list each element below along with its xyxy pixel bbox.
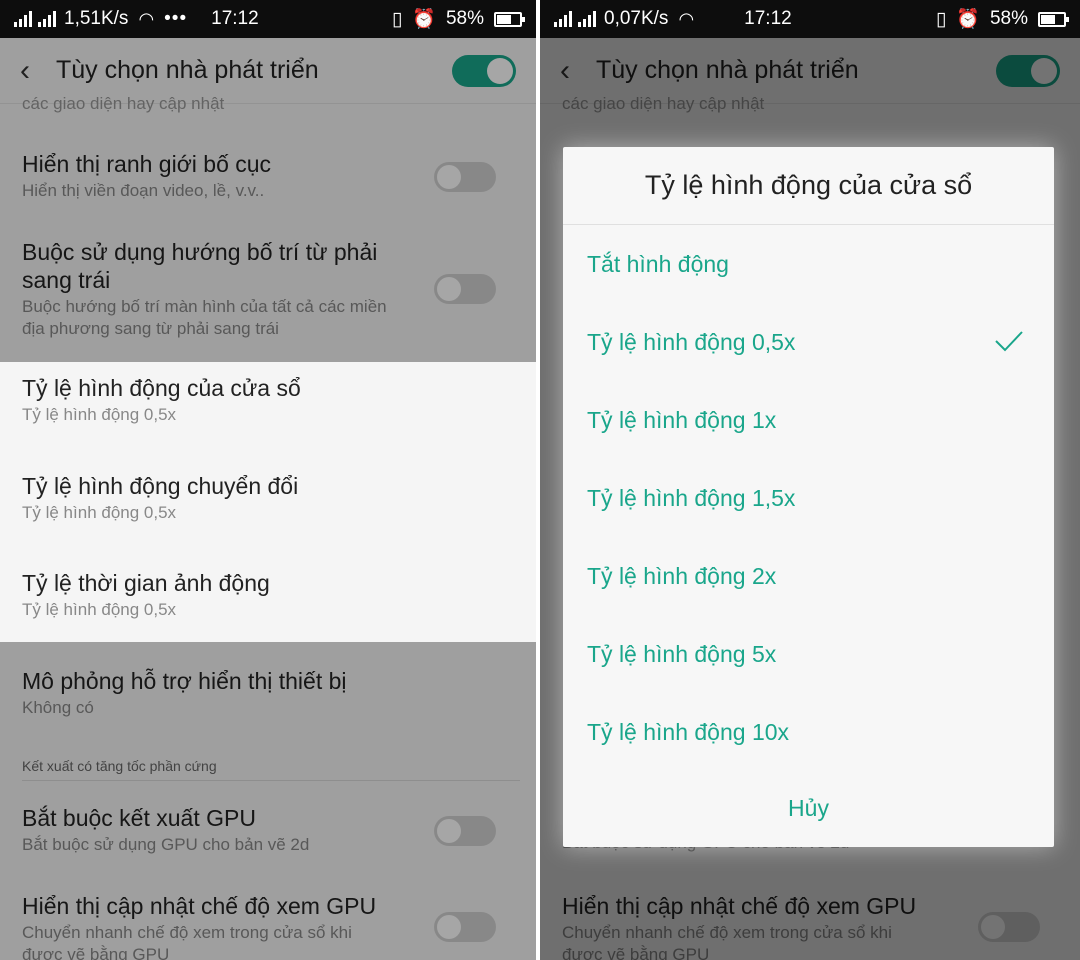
vibrate-icon: ▯ [391, 8, 403, 30]
signal-icon-2 [38, 11, 56, 27]
option-label: Tắt hình động [587, 250, 729, 277]
battery-icon [494, 11, 525, 27]
animator-duration-scale-row[interactable]: Tỷ lệ thời gian ảnh động Tỷ lệ hình động… [0, 569, 536, 621]
option-label: Tỷ lệ hình động 2x [587, 562, 777, 589]
option-scale-1x[interactable]: Tỷ lệ hình động 1x [587, 381, 1030, 459]
dim-overlay-bottom [0, 642, 536, 960]
transition-animation-scale-row[interactable]: Tỷ lệ hình động chuyển đổi Tỷ lệ hình độ… [0, 472, 536, 524]
battery-icon [1038, 11, 1069, 27]
option-scale-5x[interactable]: Tỷ lệ hình động 5x [587, 615, 1030, 693]
check-icon [995, 331, 1023, 352]
battery-percent: 58% [445, 8, 484, 29]
cancel-button[interactable]: Hủy [563, 769, 1054, 847]
dialog-title: Tỷ lệ hình động của cửa sổ [563, 147, 1054, 225]
status-bar: 1,51K/s ◠ ••• 17:12 ▯ ⏰ 58% [0, 0, 536, 38]
battery-percent: 58% [989, 8, 1028, 29]
wifi-icon: ◠ [678, 8, 695, 29]
option-label: Tỷ lệ hình động 5x [587, 640, 777, 667]
option-scale-0-5x[interactable]: Tỷ lệ hình động 0,5x [587, 303, 1030, 381]
row-subtitle: Tỷ lệ hình động 0,5x [22, 405, 177, 424]
option-scale-10x[interactable]: Tỷ lệ hình động 10x [587, 693, 1030, 771]
alarm-icon: ⏰ [412, 9, 436, 30]
option-animation-off[interactable]: Tắt hình động [587, 225, 1030, 303]
option-scale-1-5x[interactable]: Tỷ lệ hình động 1,5x [587, 459, 1030, 537]
option-label: Tỷ lệ hình động 1,5x [587, 484, 796, 511]
clock: 17:12 [211, 8, 259, 29]
vibrate-icon: ▯ [935, 8, 947, 30]
dim-overlay-top [0, 38, 536, 362]
alarm-icon: ⏰ [956, 9, 980, 30]
signal-icon [14, 11, 32, 27]
clock: 17:12 [744, 8, 792, 29]
row-subtitle: Tỷ lệ hình động 0,5x [22, 503, 177, 522]
row-subtitle: Tỷ lệ hình động 0,5x [22, 600, 177, 619]
window-animation-scale-row[interactable]: Tỷ lệ hình động của cửa sổ Tỷ lệ hình độ… [0, 374, 536, 426]
more-icon: ••• [164, 8, 188, 29]
row-title: Tỷ lệ thời gian ảnh động [22, 570, 270, 596]
row-title: Tỷ lệ hình động chuyển đổi [22, 473, 299, 499]
network-speed: 1,51K/s [64, 8, 129, 29]
option-label: Tỷ lệ hình động 1x [587, 406, 777, 433]
signal-icon-2 [578, 11, 596, 27]
option-label: Tỷ lệ hình động 10x [587, 718, 790, 745]
option-scale-2x[interactable]: Tỷ lệ hình động 2x [587, 537, 1030, 615]
row-title: Tỷ lệ hình động của cửa sổ [22, 375, 301, 401]
option-label: Tỷ lệ hình động 0,5x [587, 328, 796, 355]
right-screen: 0,07K/s ◠ 17:12 ▯ ⏰ 58% ‹ Tùy chọn nhà p… [540, 0, 1080, 960]
network-speed: 0,07K/s [604, 8, 669, 29]
status-bar: 0,07K/s ◠ 17:12 ▯ ⏰ 58% [540, 0, 1080, 38]
signal-icon [554, 11, 572, 27]
wifi-icon: ◠ [138, 8, 155, 29]
left-screen: 1,51K/s ◠ ••• 17:12 ▯ ⏰ 58% ‹ Tùy chọn n… [0, 0, 536, 960]
animation-scale-dialog: Tỷ lệ hình động của cửa sổ Tắt hình động… [563, 147, 1054, 847]
